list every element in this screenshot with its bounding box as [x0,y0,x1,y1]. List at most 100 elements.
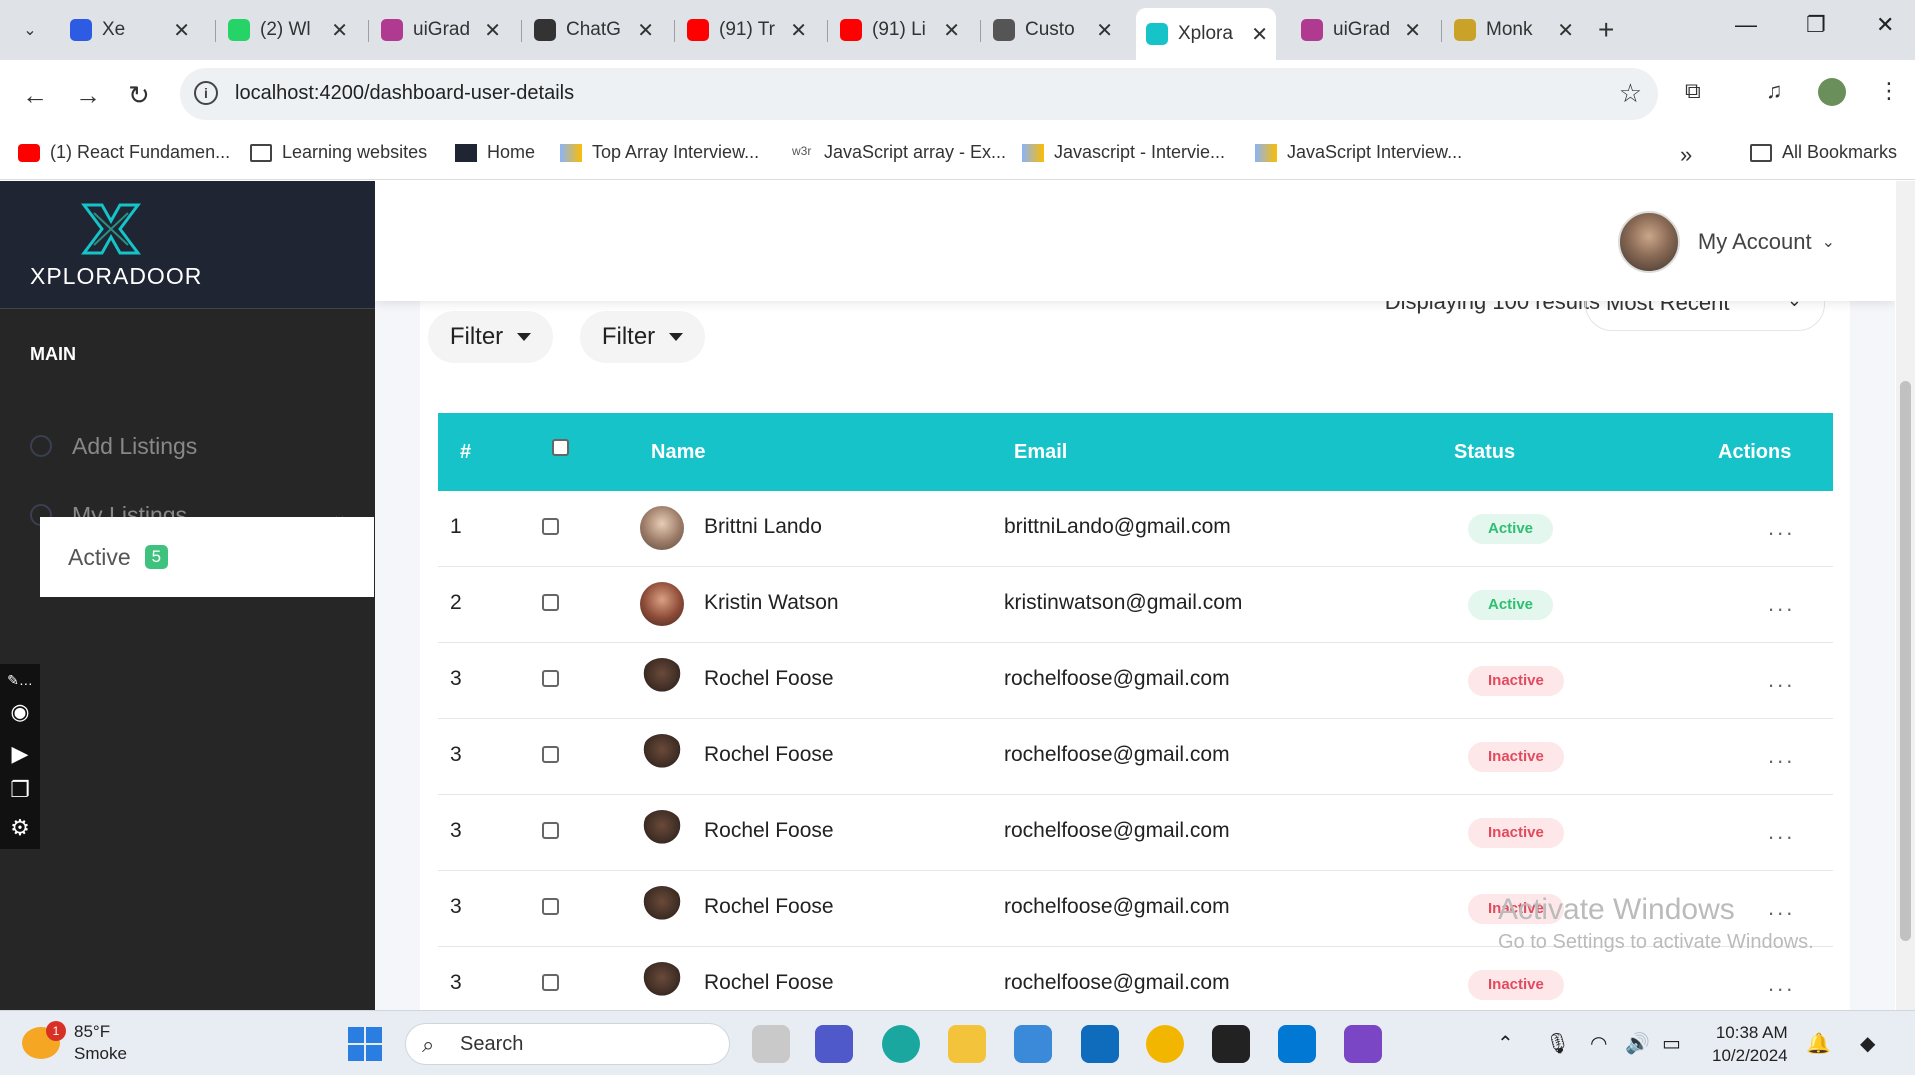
more-bookmarks-button[interactable]: » [1680,142,1692,168]
browser-tab[interactable]: (2) Wl ✕ [218,12,356,48]
sidebar-item-add-listings[interactable]: Add Listings [0,415,375,477]
bookmark-star-icon[interactable]: ☆ [1619,78,1642,109]
edge-icon[interactable] [882,1025,920,1063]
forward-button[interactable]: → [75,80,101,111]
row-checkbox[interactable] [542,897,559,921]
table-row[interactable]: 3 Rochel Foose rochelfoose@gmail.com Inacti… [438,795,1833,871]
row-checkbox[interactable] [542,669,559,693]
clock[interactable]: 10:38 AM 10/2/2024 [1712,1021,1788,1067]
store-icon[interactable] [1014,1025,1052,1063]
teams-icon[interactable] [815,1025,853,1063]
row-actions-button[interactable]: ... [1768,515,1795,541]
browser-tab[interactable]: (91) Tr ✕ [677,12,815,48]
file-explorer-icon[interactable] [948,1025,986,1063]
profile-avatar[interactable] [1818,78,1846,106]
close-tab-icon[interactable]: ✕ [173,18,190,43]
chrome-icon[interactable] [1146,1025,1184,1063]
close-tab-icon[interactable]: ✕ [1557,18,1574,43]
row-checkbox[interactable] [542,973,559,997]
table-row[interactable]: 2 Kristin Watson kristinwatson@gmail.com Ac… [438,567,1833,643]
browser-tab[interactable]: (91) Li ✕ [830,12,968,48]
site-info-icon[interactable]: i [194,81,218,105]
bookmark-item[interactable]: JavaScript Interview... [1255,142,1462,163]
address-bar[interactable]: i localhost:4200/dashboard-user-details … [180,68,1658,120]
row-checkbox[interactable] [542,821,559,845]
browser-tab[interactable]: Custo ✕ [983,12,1121,48]
visual-studio-icon[interactable] [1344,1025,1382,1063]
user-avatar [1617,211,1680,273]
close-tab-icon[interactable]: ✕ [1251,22,1268,47]
bookmark-item[interactable]: Javascript - Intervie... [1022,142,1225,163]
volume-icon[interactable]: 🔊 [1625,1031,1650,1056]
browser-tab[interactable]: uiGrad ✕ [1291,12,1429,48]
bookmark-item[interactable]: w3r JavaScript array - Ex... [792,142,1006,163]
url-text[interactable]: localhost:4200/dashboard-user-details [235,82,574,105]
row-actions-button[interactable]: ... [1768,743,1795,769]
reload-button[interactable]: ↻ [128,80,150,111]
microphone-icon[interactable]: 🎙 [1545,1031,1570,1056]
row-checkbox[interactable] [542,745,559,769]
bookmark-item[interactable]: Top Array Interview... [560,142,759,163]
close-tab-icon[interactable]: ✕ [331,18,348,43]
scroll-thumb[interactable] [1900,381,1911,941]
browser-tab[interactable]: Monk ✕ [1444,12,1582,48]
camera-icon[interactable]: ◉ [6,698,34,726]
close-tab-icon[interactable]: ✕ [1404,18,1421,43]
wifi-icon[interactable]: ◠ [1590,1031,1607,1056]
gear-icon[interactable]: ⚙ [6,814,34,842]
back-button[interactable]: ← [22,80,48,111]
tab-search-button[interactable]: ⌄ [14,14,46,46]
sidebar-item-active[interactable]: Active 5 [40,517,374,597]
new-tab-button[interactable]: + [1598,14,1614,46]
filter-dropdown[interactable]: Filter [428,311,553,363]
media-control-icon[interactable]: ♫ [1766,78,1783,104]
page-scrollbar[interactable] [1896,181,1915,1010]
close-window-button[interactable]: ✕ [1876,12,1894,38]
weather-widget[interactable]: 1 85°F Smoke [22,1021,127,1065]
copilot-icon[interactable]: ◆ [1860,1031,1875,1056]
row-actions-button[interactable]: ... [1768,667,1795,693]
bookmark-folder[interactable]: Learning websites [250,142,427,163]
row-checkbox[interactable] [542,517,559,541]
row-actions-button[interactable]: ... [1768,591,1795,617]
windows-start-icon[interactable] [348,1027,382,1061]
window-icon[interactable]: ❐ [6,776,34,804]
terminal-icon[interactable] [1212,1025,1250,1063]
browser-tab[interactable]: Xe ✕ [60,12,198,48]
video-icon[interactable]: ▶ [6,740,34,768]
filter-dropdown[interactable]: Filter [580,311,705,363]
minimize-button[interactable]: — [1735,12,1757,38]
task-view-icon[interactable] [752,1025,790,1063]
close-tab-icon[interactable]: ✕ [943,18,960,43]
outlook-icon[interactable] [1081,1025,1119,1063]
close-tab-icon[interactable]: ✕ [484,18,501,43]
row-actions-button[interactable]: ... [1768,819,1795,845]
table-row[interactable]: 3 Rochel Foose rochelfoose@gmail.com Inacti… [438,643,1833,719]
restore-button[interactable]: ❐ [1806,12,1826,38]
battery-icon[interactable]: ▭ [1662,1031,1681,1056]
logo[interactable]: XPLORADOOR [0,181,375,309]
bookmark-item[interactable]: (1) React Fundamen... [18,142,230,163]
close-tab-icon[interactable]: ✕ [790,18,807,43]
vscode-icon[interactable] [1278,1025,1316,1063]
browser-tab[interactable]: uiGrad ✕ [371,12,509,48]
menu-icon[interactable]: ⋮ [1878,78,1900,104]
taskbar-search[interactable]: ⌕ Search [405,1023,730,1065]
chevron-up-icon[interactable]: ⌃ [1497,1031,1514,1056]
table-row[interactable]: 1 Brittni Lando brittniLando@gmail.com Acti… [438,491,1833,567]
account-menu[interactable]: My Account ⌄ [1617,211,1835,273]
row-checkbox[interactable] [542,593,559,617]
bookmark-item[interactable]: Home [455,142,535,163]
all-bookmarks[interactable]: All Bookmarks [1750,142,1897,163]
close-tab-icon[interactable]: ✕ [637,18,654,43]
extensions-icon[interactable]: ⧉ [1685,78,1701,104]
table-row[interactable]: 3 Rochel Foose rochelfoose@gmail.com Inacti… [438,947,1833,1010]
close-tab-icon[interactable]: ✕ [1096,18,1113,43]
browser-tab[interactable]: Xplora ✕ [1136,8,1276,60]
row-actions-button[interactable]: ... [1768,971,1795,997]
select-all-checkbox[interactable] [552,439,569,462]
notifications-icon[interactable]: 🔔 [1806,1031,1831,1056]
pen-icon[interactable]: ✎… [6,666,34,694]
table-row[interactable]: 3 Rochel Foose rochelfoose@gmail.com Inacti… [438,719,1833,795]
browser-tab[interactable]: ChatG ✕ [524,12,662,48]
